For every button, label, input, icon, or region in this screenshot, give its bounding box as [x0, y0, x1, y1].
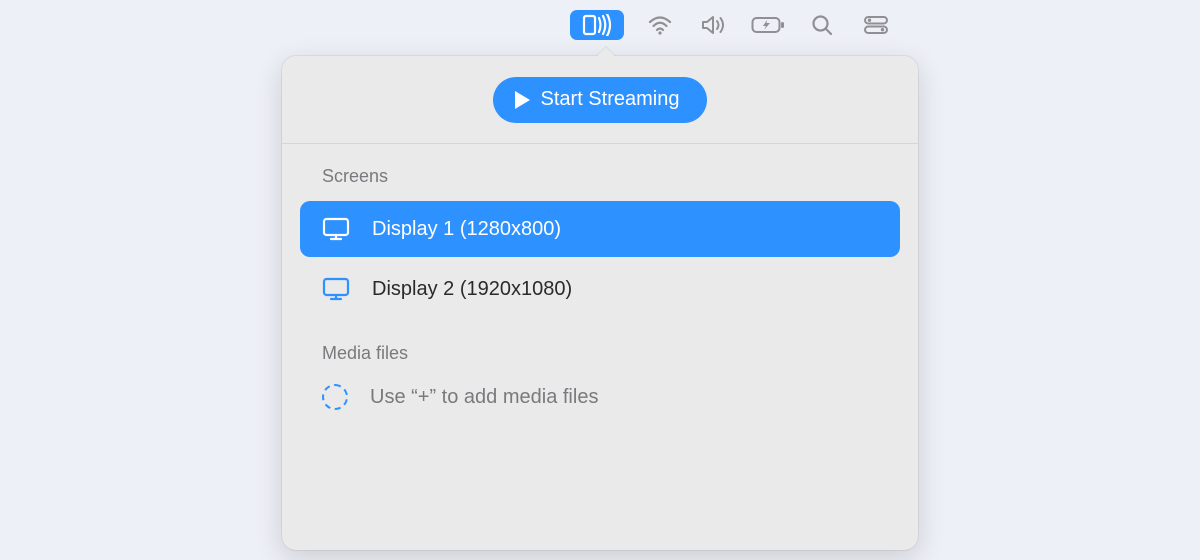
play-icon: [513, 90, 531, 110]
cast-icon[interactable]: [570, 10, 624, 40]
screens-section: Screens Display 1 (1280x800) Display 2 (…: [282, 144, 918, 317]
screen-item-label: Display 2 (1920x1080): [372, 278, 572, 301]
start-streaming-button[interactable]: Start Streaming: [493, 77, 708, 123]
display-icon: [322, 217, 350, 241]
screen-item-label: Display 1 (1280x800): [372, 218, 561, 241]
volume-icon[interactable]: [696, 10, 732, 40]
screen-item-display-2[interactable]: Display 2 (1920x1080): [300, 261, 900, 317]
display-icon: [322, 277, 350, 301]
battery-icon[interactable]: [750, 10, 786, 40]
media-section: Media files Use “+” to add media files: [282, 321, 918, 416]
add-placeholder-icon: [322, 384, 348, 410]
control-center-icon[interactable]: [858, 10, 894, 40]
menubar: [0, 10, 1200, 40]
screens-section-label: Screens: [300, 144, 900, 201]
search-icon[interactable]: [804, 10, 840, 40]
wifi-icon[interactable]: [642, 10, 678, 40]
screen-item-display-1[interactable]: Display 1 (1280x800): [300, 201, 900, 257]
streaming-popover: Start Streaming Screens Display 1 (1280x…: [282, 56, 918, 550]
media-placeholder-row[interactable]: Use “+” to add media files: [300, 378, 900, 416]
start-streaming-label: Start Streaming: [541, 88, 680, 111]
media-section-label: Media files: [300, 321, 900, 378]
media-placeholder-text: Use “+” to add media files: [370, 386, 598, 409]
popover-header: Start Streaming: [282, 56, 918, 144]
